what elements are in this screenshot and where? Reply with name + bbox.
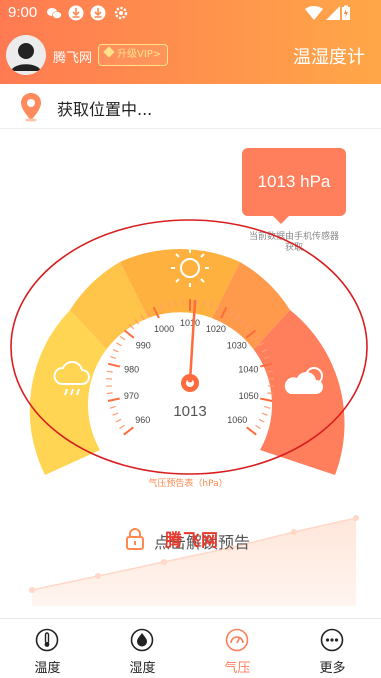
gauge-tick-label: 1030 (227, 340, 247, 350)
app-header: 腾飞网 升级VIP> 温湿度计 (0, 26, 381, 84)
forecast-point (353, 515, 359, 521)
nav-temperature[interactable]: 温度 (0, 619, 95, 678)
upgrade-vip-button[interactable]: 升级VIP> (98, 44, 168, 66)
nav-label: 更多 (285, 657, 380, 676)
page-title: 温湿度计 (293, 43, 365, 69)
download-icon (68, 5, 84, 21)
wifi-icon (305, 5, 323, 21)
droplet-icon (130, 628, 154, 652)
username: 腾飞网 (53, 47, 92, 66)
pressure-gauge: 960 970 980 9901000 1010 10201030 1040 1050 1060… (0, 210, 381, 500)
thermometer-icon (35, 628, 59, 652)
nav-label: 湿度 (95, 657, 190, 676)
location-bar[interactable]: 获取位置中... (0, 84, 381, 129)
gauge-tick-label: 1050 (239, 391, 259, 401)
battery-icon (341, 5, 351, 21)
nav-pressure[interactable]: 气压 (190, 619, 285, 678)
gauge-tick-label: 960 (135, 415, 150, 425)
lock-icon (125, 528, 145, 550)
wechat-icon (46, 5, 62, 21)
nav-label: 气压 (190, 657, 285, 676)
gauge-tick-label: 1000 (154, 324, 174, 334)
download-icon (90, 5, 106, 21)
nav-more[interactable]: 更多 (285, 619, 380, 678)
nav-label: 温度 (0, 657, 95, 676)
diamond-icon (103, 46, 114, 57)
user-avatar-icon (6, 35, 46, 75)
gauge-tick-label: 1010 (180, 318, 200, 328)
forecast-point (95, 573, 101, 579)
gauge-tick-label: 980 (124, 364, 139, 374)
gauge-icon (225, 628, 249, 652)
gauge-tick-label: 1020 (206, 324, 226, 334)
forecast-point (161, 559, 167, 565)
watermark-text: 腾飞网 (165, 526, 219, 551)
gauge-tick (267, 371, 273, 372)
signal-icon (325, 5, 341, 21)
gear-icon (113, 5, 129, 21)
bottom-nav: 温度 湿度 气压 更多 (0, 618, 381, 678)
forecast-chart (0, 510, 381, 610)
gauge-tick-label: 1040 (238, 364, 258, 374)
gauge-tick-label: 990 (136, 340, 151, 350)
gauge-hub-dot (188, 378, 193, 383)
nav-humidity[interactable]: 湿度 (95, 619, 190, 678)
gauge-tick (197, 299, 198, 305)
pressure-value-bubble: 1013 hPa (242, 148, 346, 216)
vip-label: 升级VIP> (117, 49, 161, 60)
gauge-reading: 1013 (173, 403, 206, 420)
gauge-tick (107, 371, 113, 372)
pressure-value: 1013 hPa (258, 172, 331, 191)
gauge-tick-label: 1060 (227, 415, 247, 425)
forecast-point (291, 529, 297, 535)
avatar[interactable] (6, 35, 46, 75)
location-text: 获取位置中... (57, 96, 152, 120)
gauge-tick-label: 970 (124, 391, 139, 401)
status-time: 9:00 (8, 4, 37, 21)
location-pin-icon (18, 92, 44, 122)
gauge-tick (267, 393, 273, 394)
gauge-tick (183, 299, 184, 305)
gauge-caption: 气压预告表（hPa） (148, 477, 227, 489)
gauge-tick (107, 393, 113, 394)
more-icon (320, 628, 344, 652)
forecast-point (29, 587, 35, 593)
status-bar: 9:00 (0, 0, 381, 26)
